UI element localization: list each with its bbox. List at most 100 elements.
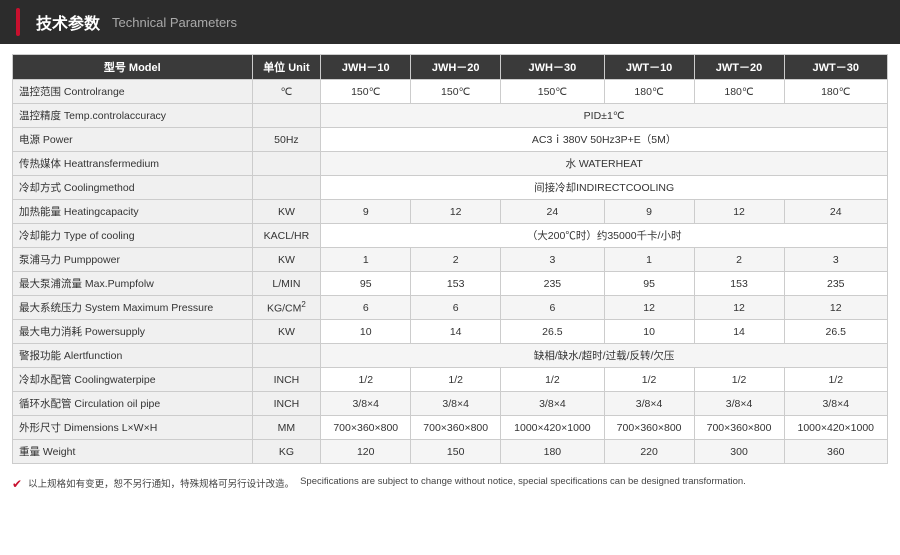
row-value: 3/8×4	[784, 392, 887, 416]
row-value: 360	[784, 440, 887, 464]
row-value: 12	[411, 200, 501, 224]
row-value: 3/8×4	[411, 392, 501, 416]
row-value: 9	[321, 200, 411, 224]
row-value: 12	[694, 200, 784, 224]
row-unit: INCH	[252, 368, 321, 392]
table-row: 最大系统压力 System Maximum PressureKG/CM26661…	[13, 296, 888, 320]
row-label: 温控精度 Temp.controlaccuracy	[13, 104, 253, 128]
row-value: 26.5	[784, 320, 887, 344]
row-value: 3/8×4	[501, 392, 604, 416]
table-row: 泵浦马力 PumppowerKW123123	[13, 248, 888, 272]
row-value: 3/8×4	[694, 392, 784, 416]
row-value: 235	[501, 272, 604, 296]
row-value: 180℃	[784, 80, 887, 104]
row-unit: MM	[252, 416, 321, 440]
table-row: 循环水配管 Circulation oil pipeINCH3/8×43/8×4…	[13, 392, 888, 416]
col-jwt10: JWT－10	[604, 55, 694, 80]
header-accent	[16, 8, 20, 36]
row-unit: L/MIN	[252, 272, 321, 296]
row-value: 220	[604, 440, 694, 464]
row-value: 1/2	[501, 368, 604, 392]
row-value: 1/2	[604, 368, 694, 392]
col-jwt20: JWT－20	[694, 55, 784, 80]
row-value: 1/2	[411, 368, 501, 392]
row-value: 3	[501, 248, 604, 272]
row-value: 1/2	[784, 368, 887, 392]
row-value: 6	[501, 296, 604, 320]
row-value: 12	[604, 296, 694, 320]
table-row: 外形尺寸 Dimensions L×W×HMM700×360×800700×36…	[13, 416, 888, 440]
row-value: 6	[411, 296, 501, 320]
row-label: 循环水配管 Circulation oil pipe	[13, 392, 253, 416]
row-unit	[252, 152, 321, 176]
row-value: 1	[321, 248, 411, 272]
col-unit: 单位 Unit	[252, 55, 321, 80]
col-jwh20: JWH－20	[411, 55, 501, 80]
table-row: 冷却能力 Type of coolingKACL/HR（大200℃时）约3500…	[13, 224, 888, 248]
table-row: 温控范围 Controlrange℃150℃150℃150℃180℃180℃18…	[13, 80, 888, 104]
row-value: 700×360×800	[411, 416, 501, 440]
row-value: 153	[694, 272, 784, 296]
row-value: 180℃	[694, 80, 784, 104]
row-label: 冷却水配管 Coolingwaterpipe	[13, 368, 253, 392]
table-row: 电源 Power50HzAC3ｉ380V 50Hz3P+E（5M）	[13, 128, 888, 152]
table-row: 冷却水配管 CoolingwaterpipeINCH1/21/21/21/21/…	[13, 368, 888, 392]
row-value: 9	[604, 200, 694, 224]
row-value: 1/2	[694, 368, 784, 392]
row-unit: KG	[252, 440, 321, 464]
footer-text-cn: 以上规格如有变更，恕不另行通知，特殊规格可另行设计改造。	[28, 476, 294, 490]
row-value: 24	[501, 200, 604, 224]
row-value: 1000×420×1000	[501, 416, 604, 440]
title-en: Technical Parameters	[112, 15, 237, 30]
row-value: 2	[411, 248, 501, 272]
row-span-value: PID±1℃	[321, 104, 888, 128]
col-model: 型号 Model	[13, 55, 253, 80]
table-wrap: 型号 Model 单位 Unit JWH－10 JWH－20 JWH－30 JW…	[0, 44, 900, 470]
title-cn: 技术参数	[36, 10, 100, 34]
row-label: 冷却能力 Type of cooling	[13, 224, 253, 248]
row-value: 150℃	[501, 80, 604, 104]
footer-text-en: Specifications are subject to change wit…	[300, 476, 746, 487]
row-unit: KW	[252, 248, 321, 272]
table-row: 冷却方式 Coolingmethod 间接冷却INDIRECTCOOLING	[13, 176, 888, 200]
row-span-value: 间接冷却INDIRECTCOOLING	[321, 176, 888, 200]
row-value: 300	[694, 440, 784, 464]
row-label: 最大电力消耗 Powersupply	[13, 320, 253, 344]
table-row: 温控精度 Temp.controlaccuracy PID±1℃	[13, 104, 888, 128]
footer-note: ✔ 以上规格如有变更，恕不另行通知，特殊规格可另行设计改造。 Specifica…	[0, 470, 900, 495]
row-label: 外形尺寸 Dimensions L×W×H	[13, 416, 253, 440]
row-value: 14	[411, 320, 501, 344]
row-value: 10	[604, 320, 694, 344]
row-value: 180	[501, 440, 604, 464]
header: 技术参数 Technical Parameters	[0, 0, 900, 44]
row-label: 温控范围 Controlrange	[13, 80, 253, 104]
row-value: 3/8×4	[321, 392, 411, 416]
row-unit: ℃	[252, 80, 321, 104]
row-value: 3	[784, 248, 887, 272]
row-unit	[252, 104, 321, 128]
row-label: 泵浦马力 Pumppower	[13, 248, 253, 272]
check-icon: ✔	[12, 477, 22, 491]
row-value: 150℃	[411, 80, 501, 104]
row-value: 150℃	[321, 80, 411, 104]
row-value: 95	[321, 272, 411, 296]
col-jwt30: JWT－30	[784, 55, 887, 80]
table-header-row: 型号 Model 单位 Unit JWH－10 JWH－20 JWH－30 JW…	[13, 55, 888, 80]
row-value: 120	[321, 440, 411, 464]
table-row: 传热媒体 Heattransfermedium水 WATERHEAT	[13, 152, 888, 176]
col-jwh30: JWH－30	[501, 55, 604, 80]
table-row: 最大泵浦流量 Max.PumpfolwL/MIN9515323595153235	[13, 272, 888, 296]
row-label: 加热能量 Heatingcapacity	[13, 200, 253, 224]
row-value: 26.5	[501, 320, 604, 344]
row-label: 警报功能 Alertfunction	[13, 344, 253, 368]
row-value: 150	[411, 440, 501, 464]
row-value: 12	[784, 296, 887, 320]
row-label: 电源 Power	[13, 128, 253, 152]
table-row: 最大电力消耗 PowersupplyKW101426.5101426.5	[13, 320, 888, 344]
row-value: 6	[321, 296, 411, 320]
row-label: 重量 Weight	[13, 440, 253, 464]
row-value: 12	[694, 296, 784, 320]
row-value: 700×360×800	[321, 416, 411, 440]
row-label: 冷却方式 Coolingmethod	[13, 176, 253, 200]
row-unit: KACL/HR	[252, 224, 321, 248]
